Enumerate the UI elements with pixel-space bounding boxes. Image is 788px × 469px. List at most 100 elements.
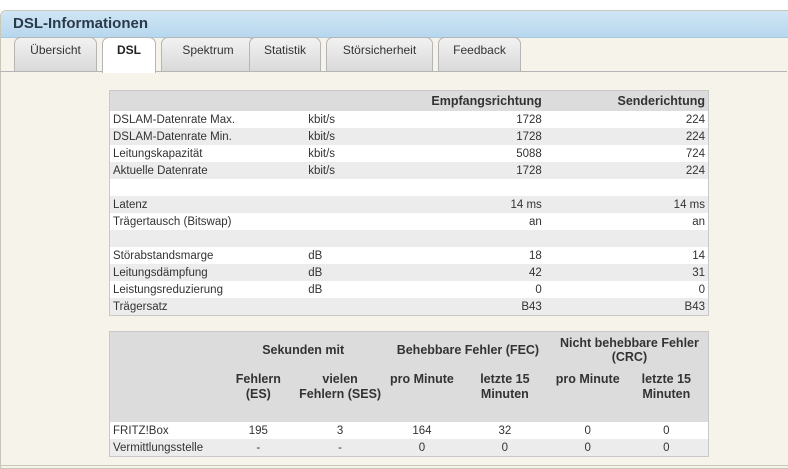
row-up: 14 ms <box>544 196 709 213</box>
row-up: an <box>544 213 709 230</box>
row-down: B43 <box>365 298 545 316</box>
row-down: 18 <box>365 247 545 264</box>
table-row: Aktuelle Datenrate kbit/s 1728 224 <box>109 162 709 179</box>
row-unit: dB <box>305 264 366 281</box>
row-ses: 3 <box>295 422 385 439</box>
row-down: 1728 <box>365 128 545 145</box>
row-unit <box>305 230 366 247</box>
tab-uebersicht[interactable]: Übersicht <box>14 37 97 71</box>
row-down: an <box>365 213 545 230</box>
line-data-table: Empfangsrichtung Senderichtung DSLAM-Dat… <box>109 90 709 316</box>
row-label: Leitungskapazität <box>109 145 306 162</box>
row-label <box>109 179 306 196</box>
row-down: 1728 <box>365 111 545 128</box>
row-unit: kbit/s <box>305 145 366 162</box>
row-crc-15: 0 <box>624 439 709 457</box>
table-row <box>109 179 709 196</box>
row-label: DSLAM-Datenrate Max. <box>109 111 306 128</box>
row-unit <box>305 298 366 316</box>
row-ses: - <box>295 439 385 457</box>
page-title: DSL-Informationen <box>13 15 148 32</box>
group-header-seconds: Sekunden mit <box>221 331 385 368</box>
table-row: Latenz 14 ms 14 ms <box>109 196 709 213</box>
row-unit: kbit/s <box>305 111 366 128</box>
table-row: Trägersatz B43 B43 <box>109 298 709 316</box>
row-up <box>544 179 709 196</box>
row-label: Latenz <box>109 196 306 213</box>
sub-header-crc-15: letzte 15 Minuten <box>624 368 709 422</box>
row-down: 14 ms <box>365 196 545 213</box>
row-down: 42 <box>365 264 545 281</box>
row-up: B43 <box>544 298 709 316</box>
tab-spektrum[interactable]: Spektrum <box>161 37 255 71</box>
error-stats-table: Sekunden mit Behebbare Fehler (FEC) Nich… <box>109 331 709 457</box>
row-label: Störabstandsmarge <box>109 247 306 264</box>
tab-statistik[interactable]: Statistik <box>249 37 321 71</box>
table-header-row: Empfangsrichtung Senderichtung <box>109 90 709 111</box>
table-row: DSLAM-Datenrate Max. kbit/s 1728 224 <box>109 111 709 128</box>
tab-feedback[interactable]: Feedback <box>438 37 521 71</box>
row-unit: dB <box>305 247 366 264</box>
row-down: 0 <box>365 281 545 298</box>
group-header-empty <box>109 331 222 368</box>
header-label <box>109 90 306 111</box>
sub-header-ses: vielen Fehlern (SES) <box>295 368 385 422</box>
row-label: Vermittlungsstelle <box>109 439 222 457</box>
table-row: Leitungsdämpfung dB 42 31 <box>109 264 709 281</box>
row-unit <box>305 179 366 196</box>
sub-header-empty <box>109 368 222 422</box>
row-crc-15: 0 <box>624 422 709 439</box>
panel-bottom-divider <box>0 465 788 466</box>
row-up: 14 <box>544 247 709 264</box>
row-unit <box>305 196 366 213</box>
row-label: Leistungsreduzierung <box>109 281 306 298</box>
header-up: Senderichtung <box>544 90 709 111</box>
sub-header-crc-pro: pro Minute <box>550 368 625 422</box>
sub-header-es: Fehlern (ES) <box>221 368 296 422</box>
sub-header-fec-15: letzte 15 Minuten <box>458 368 551 422</box>
row-crc-pro: 0 <box>550 439 625 457</box>
group-header-crc: Nicht behebbare Fehler (CRC) <box>550 331 709 368</box>
row-fec-15: 0 <box>458 439 551 457</box>
row-up: 224 <box>544 128 709 145</box>
header-down: Empfangsrichtung <box>365 90 545 111</box>
header-unit <box>305 90 366 111</box>
row-down: 5088 <box>365 145 545 162</box>
row-up: 31 <box>544 264 709 281</box>
row-unit: dB <box>305 281 366 298</box>
table-row <box>109 230 709 247</box>
row-label: Trägertausch (Bitswap) <box>109 213 306 230</box>
row-unit: kbit/s <box>305 128 366 145</box>
group-header-row: Sekunden mit Behebbare Fehler (FEC) Nich… <box>109 331 709 368</box>
table-row: Leitungskapazität kbit/s 5088 724 <box>109 145 709 162</box>
row-crc-pro: 0 <box>550 422 625 439</box>
table-row: FRITZ!Box 195 3 164 32 0 0 <box>109 422 709 439</box>
table-row: DSLAM-Datenrate Min. kbit/s 1728 224 <box>109 128 709 145</box>
table-row: Trägertausch (Bitswap) an an <box>109 213 709 230</box>
row-down <box>365 179 545 196</box>
sub-header-row: Fehlern (ES) vielen Fehlern (SES) pro Mi… <box>109 368 709 422</box>
row-up: 224 <box>544 162 709 179</box>
row-up <box>544 230 709 247</box>
row-unit <box>305 213 366 230</box>
tab-stoersicherheit[interactable]: Störsicherheit <box>326 37 433 71</box>
row-es: 195 <box>221 422 296 439</box>
panel-header: DSL-Informationen <box>1 11 788 38</box>
tab-dsl[interactable]: DSL <box>102 37 156 73</box>
row-label: FRITZ!Box <box>109 422 222 439</box>
row-label: Trägersatz <box>109 298 306 316</box>
row-fec-pro: 0 <box>384 439 459 457</box>
row-fec-15: 32 <box>458 422 551 439</box>
row-fec-pro: 164 <box>384 422 459 439</box>
row-label: DSLAM-Datenrate Min. <box>109 128 306 145</box>
row-up: 0 <box>544 281 709 298</box>
row-label: Leitungsdämpfung <box>109 264 306 281</box>
row-unit: kbit/s <box>305 162 366 179</box>
table-row: Störabstandsmarge dB 18 14 <box>109 247 709 264</box>
table-row: Vermittlungsstelle - - 0 0 0 0 <box>109 439 709 457</box>
table-row: Leistungsreduzierung dB 0 0 <box>109 281 709 298</box>
row-es: - <box>221 439 296 457</box>
row-label <box>109 230 306 247</box>
group-header-fec: Behebbare Fehler (FEC) <box>384 331 551 368</box>
row-up: 224 <box>544 111 709 128</box>
